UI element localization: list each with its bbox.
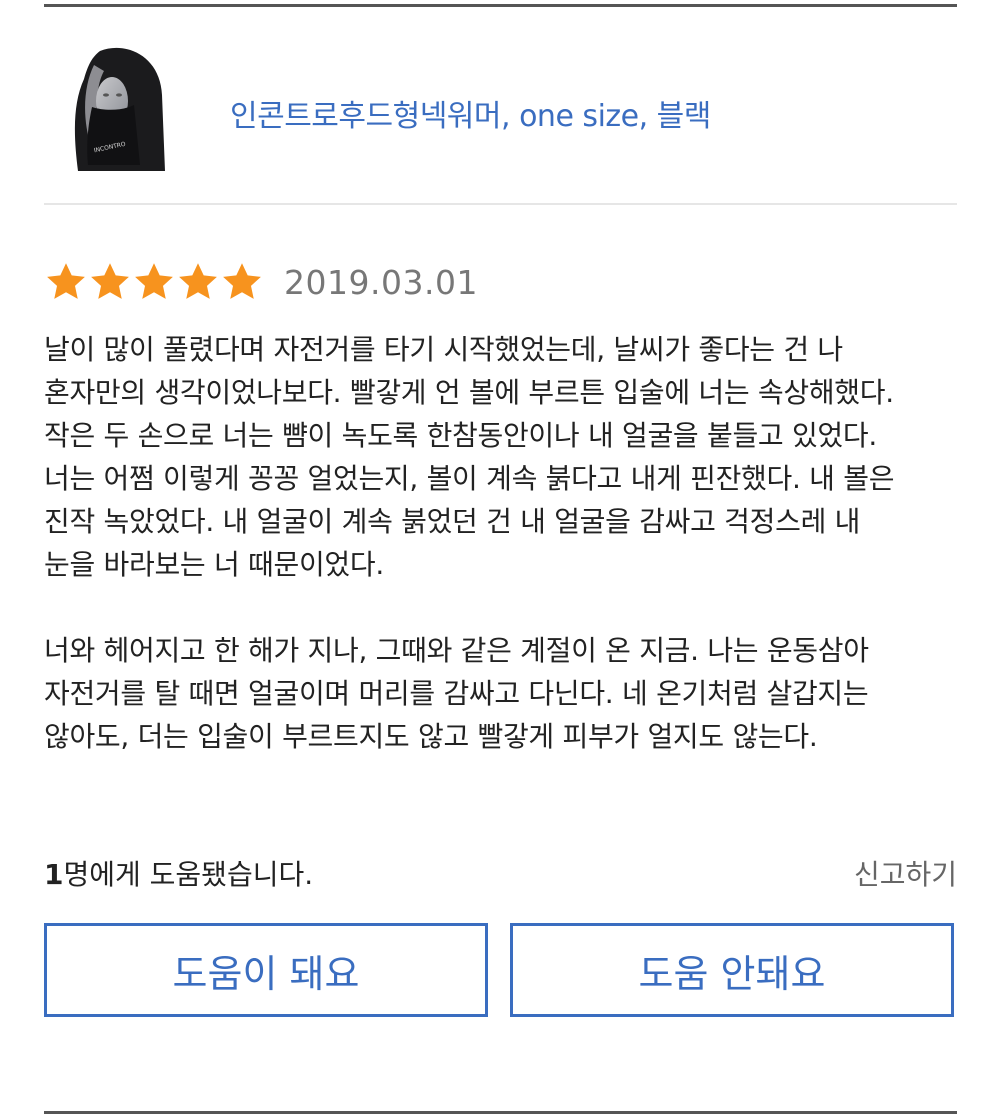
star-icon [91,263,129,299]
review-line: 작은 두 손으로 너는 뺨이 녹도록 한참동안이나 내 얼굴을 붙들고 있었다. [44,419,877,452]
star-icon [223,263,261,299]
review-line: 눈을 바라보는 너 때문이었다. [44,548,384,581]
review-line: 너는 어쩜 이렇게 꽁꽁 얼었는지, 볼이 계속 붉다고 내게 핀잔했다. 내 … [44,462,895,495]
helpful-button[interactable]: 도움이 돼요 [44,923,488,1017]
review-line: 진작 녹았었다. 내 얼굴이 계속 붉었던 건 내 얼굴을 감싸고 걱정스레 내 [44,505,861,538]
product-thumbnail[interactable]: INCONTRO [70,45,168,171]
helpful-row: 1명에게 도움됐습니다. 신고하기 [44,850,957,896]
star-icon [135,263,173,299]
report-link[interactable]: 신고하기 [854,853,957,893]
review-line: 자전거를 탈 때면 얼굴이며 머리를 감싸고 다닌다. 네 온기처럼 살갑지는 [44,677,869,710]
helpful-count: 1 [44,858,64,891]
review-text: 날이 많이 풀렸다며 자전거를 타기 시작했었는데, 날씨가 좋다는 건 나 혼… [44,328,964,758]
helpful-suffix: 명에게 도움됐습니다. [63,858,314,891]
section-divider [44,203,957,205]
rating-row: 2019.03.01 [44,258,478,306]
not-helpful-button[interactable]: 도움 안돼요 [510,923,954,1017]
review-line: 않아도, 더는 입술이 부르트지도 않고 빨갛게 피부가 얼지도 않는다. [44,720,818,753]
review-line: 너와 헤어지고 한 해가 지나, 그때와 같은 계절이 온 지금. 나는 운동삼… [44,634,869,667]
review-line: 혼자만의 생각이었나보다. 빨갛게 언 볼에 부르튼 입술에 너는 속상해했다. [44,376,894,409]
review-line: 날이 많이 풀렸다며 자전거를 타기 시작했었는데, 날씨가 좋다는 건 나 [44,333,843,366]
helpful-summary: 1명에게 도움됐습니다. [44,853,313,893]
star-icon [179,263,217,299]
bottom-divider [44,1111,957,1114]
star-rating [44,260,264,304]
review-date: 2019.03.01 [284,262,478,302]
star-icon [47,263,85,299]
product-header: INCONTRO 인콘트로후드형넥워머, one size, 블랙 [44,7,957,204]
product-name-link[interactable]: 인콘트로후드형넥워머, one size, 블랙 [230,91,711,135]
